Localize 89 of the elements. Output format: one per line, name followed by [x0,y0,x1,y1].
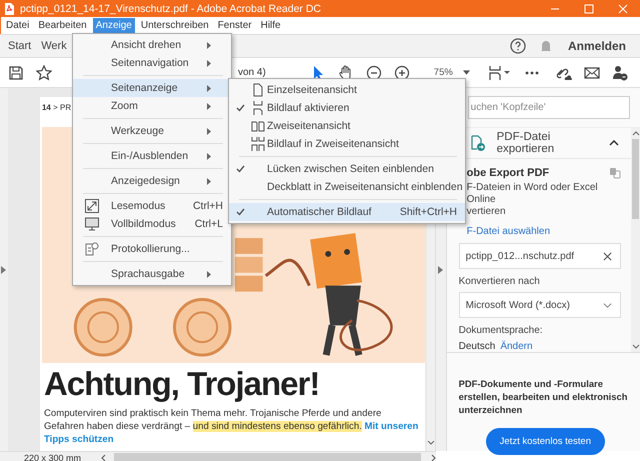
change-link[interactable]: Ändern [500,341,533,352]
horizontal-scrollbar[interactable] [114,453,421,461]
menu-item[interactable]: Vollbildmodus Ctrl+L [73,215,231,233]
menu-item[interactable]: Protokollierung... [73,240,231,258]
menu-item[interactable]: Seitenanzeige [73,79,231,97]
menu-item[interactable]: Hilfe [258,18,284,33]
menu-item[interactable]: Automatischer Bildlauf Shift+Ctrl+H [229,203,465,221]
page-count: von 4) [238,67,266,78]
pdf-file-icon [4,2,14,14]
maximize-icon[interactable] [584,4,594,14]
window-title: pctipp_0121_14-17_Virenschutz.pdf - Adobe Acrobat Reader DC [20,2,322,14]
chevron-down-icon [603,300,612,310]
menu-item[interactable]: Bildlauf aktivieren [229,99,465,117]
menu-item[interactable]: Anzeigedesign [73,172,231,190]
help-icon[interactable] [510,38,526,54]
two-page-scroll-icon [251,137,265,151]
submenu-arrow-icon [207,42,211,48]
sign-in-button[interactable]: Anmelden [568,39,626,53]
description-text: vertieren [466,206,507,218]
menu-item[interactable]: Lücken zwischen Seiten einblenden [229,160,465,178]
clear-icon[interactable] [603,252,612,260]
scroll-right-icon[interactable] [431,454,436,461]
menu-item[interactable]: Einzelseitenansicht [229,81,465,99]
star-icon[interactable] [36,64,52,80]
submenu-arrow-icon [207,270,211,278]
tab[interactable]: Start [8,40,32,52]
submenu-arrow-icon [207,102,211,110]
scroll-left-icon[interactable] [101,454,106,461]
export-heading: obe Export PDF [466,167,550,179]
scroll-down-icon[interactable] [632,344,640,349]
scrollbar-thumb[interactable] [632,139,639,219]
menu-item[interactable]: Unterschreiben [138,18,212,33]
submenu-arrow-icon [207,60,211,66]
search-field[interactable]: uchen 'Kopfzeile' [468,96,630,119]
wooden-planks-drawing [234,238,263,292]
expand-icon [85,199,99,213]
page-size: 220 x 300 mm [24,452,82,461]
zoom-dropdown[interactable]: 75% [434,67,470,78]
trial-button[interactable]: Jetzt kostenlos testen [486,428,605,455]
menu-item[interactable]: Zoom [73,97,231,115]
submenu-arrow-icon [207,128,211,134]
menu-item[interactable]: Sprachausgabe [73,265,231,283]
menu-item[interactable]: Bildlauf in Zweiseitenansicht [229,135,465,153]
mail-icon[interactable] [584,64,600,80]
tool-title[interactable]: PDF-Datei exportieren [496,131,609,155]
submenu-arrow-icon [207,152,211,160]
single-page-icon [251,83,265,97]
menu-item[interactable]: Datei [3,18,32,33]
submenu-arrow-icon [207,178,211,184]
scroll-down-icon[interactable] [426,441,435,446]
save-icon[interactable] [8,64,24,80]
rope-drawing [264,258,311,286]
language-value: Deutsch [458,341,496,352]
scroll-page-icon [251,101,265,115]
page-fit-icon[interactable] [488,64,510,80]
format-dropdown[interactable]: Microsoft Word (*.docx) [458,292,621,318]
promo-text: PDF-Dokumente und -Formulare erstellen, bearbeiten und elektronisch unterzeichnen [458,377,628,416]
article-intro: Computerviren sind praktisch kein Thema mehr. Trojanische Pferde und andere Gefahren haben diese verdrängt – und sind mindestens ebenso gefährlich. Mit unseren Tipps schützen [44,407,420,446]
two-page-icon [251,119,265,133]
chevron-icon[interactable] [609,140,619,146]
collapse-arrow-icon[interactable] [438,266,444,274]
file-field[interactable]: pctipp_012...nschutz.pdf [458,243,621,269]
menu-item[interactable]: Seitennavigation [73,54,231,72]
menu-item[interactable]: Ansicht drehen [73,36,231,54]
log-icon [85,242,99,256]
menu-item[interactable]: Zweiseitenansicht [229,117,465,135]
scroll-up-icon[interactable] [632,131,640,136]
breadcrumb: 14 > PR [42,103,72,113]
caret-icon [462,70,470,75]
wheel-drawing [172,298,232,357]
menu-item[interactable]: Fenster [214,18,255,33]
close-icon[interactable] [618,4,628,14]
expand-arrow-icon[interactable] [1,266,6,274]
wheel-drawing [74,298,132,357]
export-icon[interactable] [468,135,485,151]
submenu-arrow-icon [207,84,211,92]
add-person-icon[interactable] [612,64,628,80]
convert-label: Konvertieren nach [458,276,541,287]
tab[interactable]: Werk [41,40,67,52]
headline: Achtung, Trojaner! [44,365,320,403]
menu-item[interactable]: Lesemodus Ctrl+H [73,197,231,215]
monitor-icon [85,217,99,231]
menu-item[interactable]: Deckblatt in Zweiseitenansicht einblenden [229,178,465,196]
menu-item[interactable]: Bearbeiten [35,18,90,33]
language-label: Dokumentsprache: [458,325,544,336]
menu-item[interactable]: Ein-/Ausblenden [73,147,231,165]
zoom-in-icon[interactable] [394,64,410,80]
select-file-link[interactable]: F-Datei auswählen [466,226,621,237]
menu-item[interactable]: Werkzeuge [73,122,231,140]
